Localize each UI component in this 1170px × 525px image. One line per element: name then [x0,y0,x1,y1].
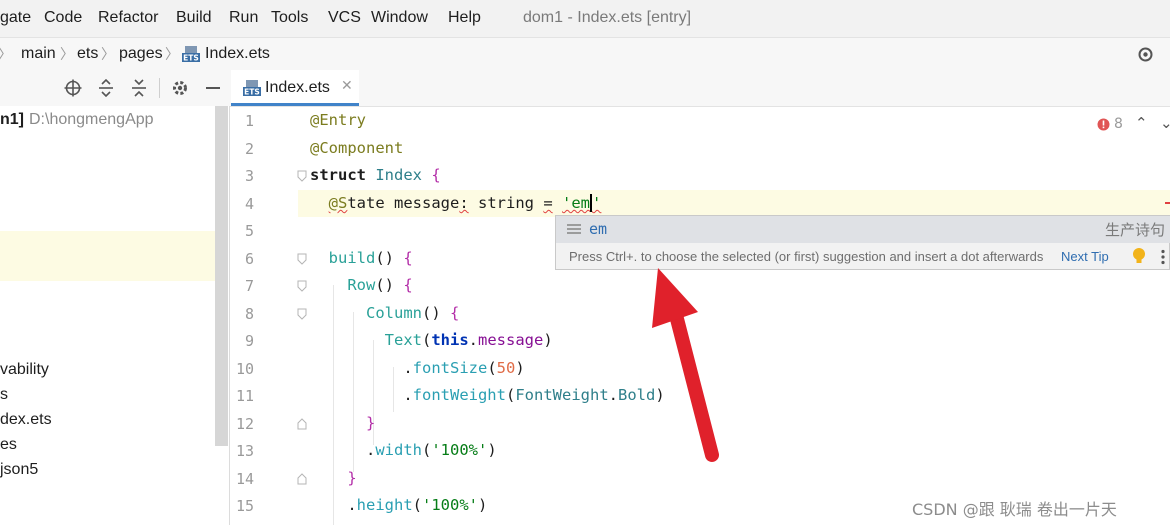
tree-item[interactable]: json5 [0,461,38,479]
chevron-down-icon[interactable]: ⌄ [1160,114,1170,132]
tab-label: Index.ets [265,79,330,96]
menu-navigate[interactable]: gate [0,9,31,27]
line-number: 5 [244,222,254,240]
completion-source: 生产诗句 [1104,221,1165,239]
tree-item[interactable]: vability [0,361,49,379]
breadcrumb-ets[interactable]: ets [77,45,98,63]
line-number: 7 [244,277,254,295]
menu-window[interactable]: Window [371,9,428,27]
project-root-path: D:\hongmengApp [29,111,154,128]
breadcrumb-pages[interactable]: pages [119,45,163,63]
code-line: build() { [328,249,413,267]
code-line: .fontWeight(FontWeight.Bold) [310,386,665,404]
line-number: 3 [244,167,254,185]
fold-icon[interactable] [296,473,308,485]
tree-item[interactable]: es [0,436,17,454]
fold-icon[interactable] [296,280,308,292]
line-number: 4 [244,195,254,213]
code-line: .height('100%') [310,496,488,514]
ets-file-icon: ETS [243,80,261,96]
collapse-all-icon[interactable] [130,79,148,97]
menu-help[interactable]: Help [448,9,481,27]
locate-icon[interactable] [64,79,82,97]
expand-all-icon[interactable] [97,79,115,97]
toolbar-divider [159,78,160,98]
code-line: Text(this.message) [384,331,553,349]
line-number: 2 [244,140,254,158]
breadcrumb-separator-icon: 〉 [60,47,74,63]
chevron-up-icon[interactable]: ⌃ [1135,114,1148,132]
red-arrow-annotation [652,268,719,462]
watermark: CSDN @跟 耿瑞 卷出一片天 [912,500,1117,519]
fold-icon[interactable] [296,170,308,182]
code-line: Row() { [347,276,413,294]
line-number: 10 [235,360,254,378]
menu-code[interactable]: Code [44,9,82,27]
line-number: 13 [235,442,254,460]
error-stripe[interactable] [1165,202,1170,204]
tab-ets-badge-text: ETS [244,88,260,97]
gear-icon[interactable] [171,79,189,97]
close-icon[interactable]: ✕ [341,78,353,94]
gutter: 1 2 3 4 5 6 7 8 9 10 11 12 13 14 15 [230,107,298,525]
tree-item[interactable]: s [0,386,8,404]
breadcrumb: 〉 main 〉 ets 〉 pages 〉 ETS Index.ets [0,37,1170,71]
line-number: 12 [235,415,254,433]
code-line: @State message: string = 'em ' [328,194,602,212]
inspection-count: 8 [1114,116,1123,132]
project-toolbar [0,70,229,107]
code-line: .fontSize(50) [310,359,525,377]
fold-icon[interactable] [296,308,308,320]
breadcrumb-separator-icon: 〉 [165,47,179,63]
breadcrumb-main[interactable]: main [21,45,56,63]
error-icon [1097,118,1110,131]
ets-badge-text: ETS [183,54,199,63]
code-line: @Entry [310,111,366,129]
menu-bar: gate Code Refactor Build Run Tools VCS W… [0,0,1170,37]
completion-suggestion: em [589,220,608,238]
menu-tools[interactable]: Tools [271,9,308,27]
project-panel: n1] D:\hongmengApp vability s dex.ets es… [0,106,230,525]
menu-refactor[interactable]: Refactor [98,9,158,27]
line-number: 8 [244,305,254,323]
text-lines-icon [567,224,581,234]
window-title: dom1 - Index.ets [entry] [523,9,692,26]
code-line: @Component [310,139,404,157]
tree-selection-highlight [0,231,215,281]
target-icon[interactable] [1137,46,1154,63]
code-line: struct Index { [310,166,441,184]
tab-index-ets[interactable]: ETS Index.ets ✕ [231,70,359,106]
breadcrumb-separator-icon: 〉 [101,47,115,63]
code-line: Column() { [366,304,460,322]
ets-file-icon: ETS [182,46,200,62]
code-line: } [347,469,357,487]
tree-item[interactable]: dex.ets [0,411,52,429]
minimize-icon[interactable] [204,79,222,97]
more-vertical-icon[interactable] [1160,249,1166,265]
code-line: .width('100%') [310,441,497,459]
fold-icon[interactable] [296,253,308,265]
breadcrumb-separator-icon: 〉 [0,44,12,64]
line-number: 11 [235,387,254,405]
menu-run[interactable]: Run [229,9,258,27]
next-tip-link[interactable]: Next Tip [1061,249,1109,264]
code-line: } [366,414,376,432]
project-root-label[interactable]: n1] [0,111,24,129]
menu-vcs[interactable]: VCS [328,9,361,27]
line-number: 6 [244,250,254,268]
line-number: 14 [235,470,254,488]
lightbulb-icon[interactable] [1132,247,1146,265]
menu-build[interactable]: Build [176,9,212,27]
line-number: 1 [244,112,254,130]
fold-icon[interactable] [296,418,308,430]
line-number: 15 [235,497,254,515]
editor-tabs: ETS Index.ets ✕ [229,70,1170,107]
project-scrollbar[interactable] [215,106,228,446]
completion-item[interactable]: em 生产诗句 [556,216,1170,243]
line-number: 9 [244,332,254,350]
breadcrumb-index-ets[interactable]: Index.ets [205,45,270,63]
